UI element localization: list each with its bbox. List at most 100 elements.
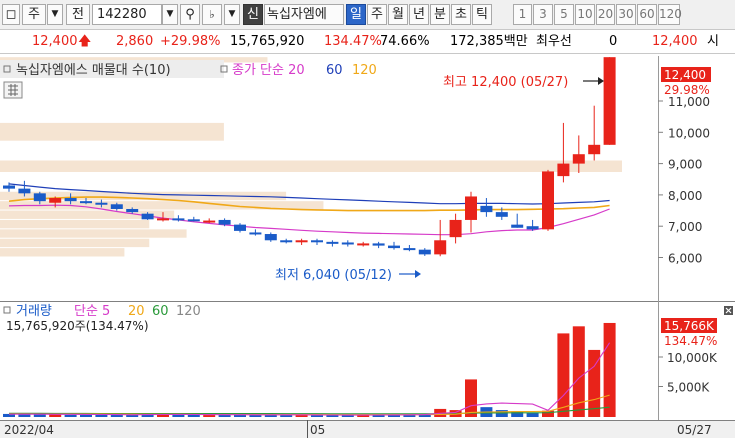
candle-body: [480, 205, 493, 213]
volume-bar: [187, 414, 200, 417]
candle-body: [141, 213, 154, 220]
candle-body: [588, 144, 601, 155]
x-label-start: 2022/04: [4, 423, 54, 437]
search-icon[interactable]: ⚲: [180, 4, 200, 25]
toolbar: ◻ 주 ▼ 전 142280 ▼ ⚲ ♭ ▼ 신 녹십자엠에 일주월년분초틱13…: [0, 0, 735, 30]
volume-panel-bg: [0, 302, 735, 420]
volume-ma120-label: 120: [176, 304, 201, 319]
x-axis-bg: [0, 420, 735, 438]
interval-button-3[interactable]: 3: [533, 4, 553, 25]
candle-body: [64, 198, 77, 202]
checkbox-icon: [3, 65, 11, 73]
candle-body: [234, 224, 246, 231]
volume-summary: 15,765,920주(134.47%): [6, 319, 149, 333]
volume-bar: [526, 412, 539, 417]
interval-button-20[interactable]: 20: [596, 4, 615, 25]
candle-body: [434, 240, 447, 255]
shin-button[interactable]: 신: [243, 4, 263, 25]
period-button-0[interactable]: 일: [346, 4, 366, 25]
volume-bar: [588, 349, 601, 417]
volume-bar: [218, 414, 231, 417]
candle-body: [557, 163, 570, 177]
volume-profile-bar: [0, 160, 622, 172]
interval-button-60[interactable]: 60: [637, 4, 657, 25]
period-button-6[interactable]: 틱: [472, 4, 492, 25]
code-dropdown-icon[interactable]: ▼: [162, 4, 178, 25]
candle-body: [18, 188, 31, 194]
current-price: 12,400: [32, 34, 78, 49]
interval-button-30[interactable]: 30: [616, 4, 636, 25]
interval-button-5[interactable]: 5: [554, 4, 574, 25]
candle-body: [295, 240, 308, 243]
ma120-label: 120: [352, 63, 377, 78]
high-arrow-head: [598, 77, 604, 85]
volume-bar: [434, 408, 447, 417]
volume-bar: [542, 410, 554, 417]
period-button-4[interactable]: 분: [430, 4, 450, 25]
interval-button-10[interactable]: 10: [575, 4, 595, 25]
candle-body: [572, 154, 585, 164]
volume-bar: [403, 414, 416, 417]
candle-body: [80, 201, 92, 204]
volume-bar: [249, 414, 262, 417]
chart-type-select[interactable]: 주: [22, 4, 46, 25]
candle-body: [218, 219, 231, 225]
candle-body: [280, 240, 293, 243]
candle-body: [341, 242, 354, 245]
volume-ma20-line: [9, 394, 610, 416]
volume-bar: [372, 414, 385, 417]
candle-body: [187, 219, 200, 222]
period-button-2[interactable]: 월: [388, 4, 408, 25]
checkbox-icon: [3, 306, 11, 314]
period-button-5[interactable]: 초: [451, 4, 471, 25]
price-panel-title: 녹십자엠에스 매물대 수(10): [16, 63, 171, 78]
jeon-label: 전: [72, 7, 84, 22]
volume-ma60-line: [9, 406, 610, 415]
price-tick-label: 6,000: [668, 252, 702, 266]
ma120-line: [8, 196, 610, 212]
best-ask-value: 0: [609, 34, 618, 49]
chevron-down-icon[interactable]: ▼: [47, 4, 63, 25]
candle-body: [249, 232, 262, 235]
volume-bar: [203, 415, 216, 417]
stock-code-value: 142280: [97, 7, 147, 22]
interval-button-1[interactable]: 1: [513, 4, 532, 25]
candle-body: [449, 219, 462, 238]
speaker-icon[interactable]: ♭: [202, 4, 222, 25]
volume-profile-bar: [0, 219, 150, 229]
volume-ma-label: 단순 5: [74, 304, 110, 319]
volume-bar: [33, 413, 46, 417]
period-button-1[interactable]: 주: [367, 4, 387, 25]
volume-bar: [511, 411, 524, 417]
quote-info-row: 12,400 🡅 2,860 +29.98% 15,765,920 134.47…: [0, 30, 735, 54]
volume-bar: [572, 326, 585, 417]
period-button-3[interactable]: 년: [409, 4, 429, 25]
candle-body: [465, 196, 477, 220]
candle-body: [203, 220, 216, 223]
volume-bar: [326, 415, 339, 417]
candle-body: [403, 248, 416, 251]
price-change-pct: +29.98%: [160, 34, 221, 49]
grid-icon: [3, 81, 23, 99]
price-panel-bg: [0, 56, 735, 302]
candle-body: [495, 212, 508, 217]
volume-bar: [110, 414, 123, 417]
volume-bar: [357, 414, 370, 417]
volume-bar: [64, 414, 77, 417]
volume-badge: [661, 318, 717, 333]
chart-type-label: 주: [28, 7, 40, 22]
jeon-button[interactable]: 전: [66, 4, 90, 25]
speaker-dropdown-icon[interactable]: ▼: [224, 4, 240, 25]
candle-body: [110, 204, 123, 209]
volume-profile-bar: [0, 210, 175, 219]
volume-bar: [603, 322, 616, 417]
candle-body: [3, 185, 15, 189]
stock-name-field[interactable]: 녹십자엠에: [264, 4, 344, 25]
volume-ratio: 134.47%: [324, 34, 382, 49]
ma60-label: 60: [326, 63, 343, 78]
volume-badge-text: 15,766K: [664, 319, 715, 333]
interval-button-120[interactable]: 120: [658, 4, 682, 25]
window-icon[interactable]: ◻: [2, 4, 20, 25]
stock-code-input[interactable]: 142280: [92, 4, 162, 25]
volume-bar: [18, 414, 31, 417]
